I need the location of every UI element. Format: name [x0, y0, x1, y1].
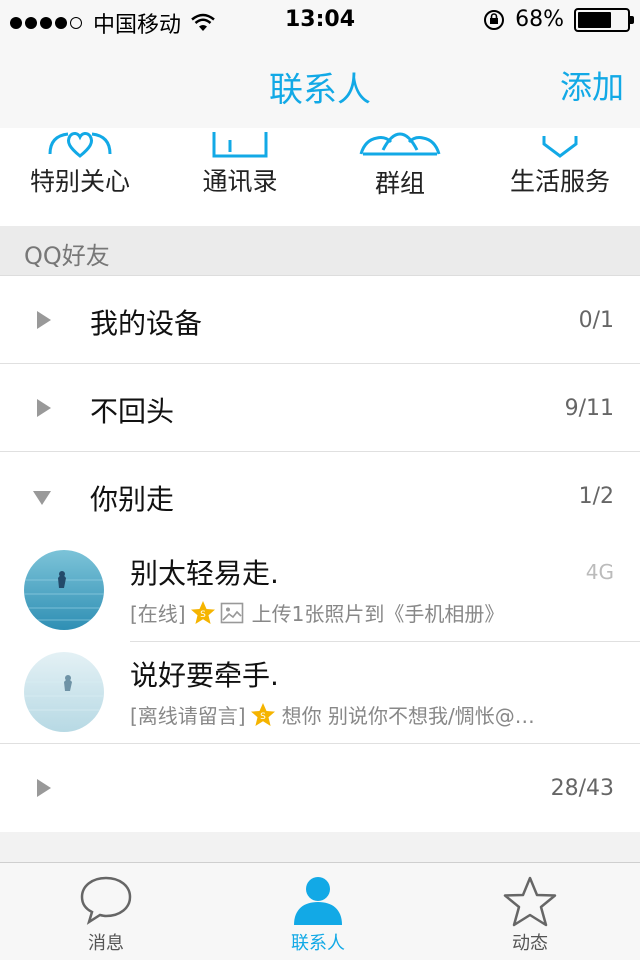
status-bar: 中国移动 13:04 68%	[0, 0, 640, 40]
quick-item-label: 特别关心	[29, 167, 130, 196]
group-count: 9/11	[564, 396, 614, 421]
chevron-right-icon	[37, 779, 51, 797]
avatar[interactable]	[24, 550, 104, 630]
tab-label: 动态	[512, 933, 548, 954]
group-count: 1/2	[578, 484, 614, 509]
online-state: [离线请留言]	[130, 704, 246, 728]
group-row-unnamed[interactable]: 28/43	[0, 744, 640, 832]
quick-item-label: 通讯录	[202, 167, 278, 196]
friend-status-text: 上传1张照片到《手机相册》	[251, 602, 505, 626]
online-state: [在线]	[130, 602, 186, 626]
group-row-my-devices[interactable]: 我的设备 0/1	[0, 276, 640, 364]
friend-row[interactable]: 别太轻易走. 4G [在线] S 上传1张照片到《手机相册》	[0, 540, 640, 642]
tab-label: 消息	[88, 933, 124, 954]
group-count: 28/43	[550, 776, 614, 801]
message-icon	[80, 876, 132, 925]
battery-percent: 68%	[515, 7, 564, 32]
photo-icon	[220, 602, 243, 623]
friend-status-line: [离线请留言] S 想你 别说你不想我/惆怅@…	[130, 700, 610, 729]
contacts-icon	[294, 877, 342, 925]
contact-group-list: 我的设备 0/1 不回头 9/11 你别走 1/2 别太轻易走. 4G [在线]…	[0, 276, 640, 832]
friend-status-line: [在线] S 上传1张照片到《手机相册》	[130, 598, 610, 627]
status-right: 68%	[483, 7, 634, 32]
friend-status-text: 想你 别说你不想我/惆怅@…	[281, 704, 535, 728]
group-row-ni-bie-zou[interactable]: 你别走 1/2	[0, 452, 640, 540]
tab-feeds[interactable]: 动态	[450, 863, 610, 960]
navigation-bar: 联系人 添加	[0, 40, 640, 128]
tab-label: 联系人	[291, 933, 345, 954]
heart-person-icon	[48, 132, 112, 158]
section-title: QQ好友	[24, 242, 110, 270]
star-badge-icon: S	[250, 702, 275, 726]
star-badge-icon: S	[190, 600, 215, 624]
group-icon	[359, 132, 441, 156]
tab-contacts[interactable]: 联系人	[238, 863, 398, 960]
svg-text:S: S	[260, 712, 266, 722]
quick-item-contacts-book[interactable]: 通讯录	[160, 128, 320, 226]
quick-item-life-service[interactable]: 生活服务	[480, 128, 640, 226]
rotation-lock-icon	[484, 9, 505, 30]
quick-item-label: 群组	[374, 169, 425, 198]
service-icon	[542, 136, 578, 158]
avatar[interactable]	[24, 652, 104, 732]
group-row-bu-hui-tou[interactable]: 不回头 9/11	[0, 364, 640, 452]
friend-name: 说好要牵手.	[130, 659, 279, 692]
quick-item-groups[interactable]: 群组	[320, 128, 480, 226]
chevron-right-icon	[37, 311, 51, 329]
network-badge: 4G	[585, 560, 614, 584]
friend-row[interactable]: 说好要牵手. [离线请留言] S 想你 别说你不想我/惆怅@…	[0, 642, 640, 744]
tab-bar: 消息 联系人 动态	[0, 862, 640, 960]
friend-name: 别太轻易走.	[130, 557, 279, 590]
svg-text:S: S	[200, 610, 206, 620]
page-title: 联系人	[269, 70, 371, 110]
chevron-down-icon	[33, 491, 51, 505]
quick-entry-bar: 特别关心 通讯录 群组 生活服务	[0, 128, 640, 226]
contacts-book-icon	[212, 132, 268, 158]
group-name: 我的设备	[90, 307, 203, 340]
star-icon	[503, 876, 557, 927]
quick-item-special-care[interactable]: 特别关心	[0, 128, 160, 226]
tab-messages[interactable]: 消息	[26, 863, 186, 960]
battery-icon	[574, 7, 634, 32]
quick-item-label: 生活服务	[509, 167, 610, 196]
group-count: 0/1	[578, 308, 614, 333]
section-header: QQ好友	[0, 226, 640, 276]
group-name: 不回头	[90, 395, 175, 428]
chevron-right-icon	[37, 399, 51, 417]
group-name: 你别走	[90, 483, 175, 516]
add-button[interactable]: 添加	[560, 62, 624, 108]
